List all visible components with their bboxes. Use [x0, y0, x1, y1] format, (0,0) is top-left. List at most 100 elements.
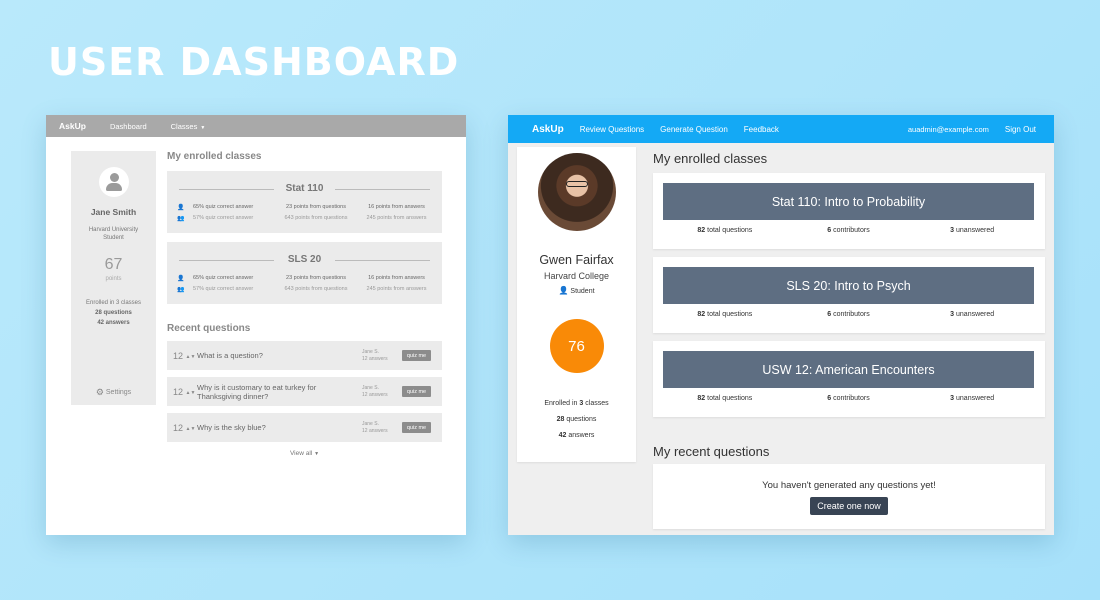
- quiz-me-button[interactable]: quiz me: [402, 386, 431, 397]
- stat-points-answers: 16 points from answers: [368, 275, 425, 281]
- answers-count: 42 answers: [558, 432, 595, 439]
- profile-photo: [537, 153, 616, 231]
- stat-points-answers: 16 points from answers: [368, 204, 425, 210]
- stat-points-answers: 245 points from answers: [366, 215, 427, 221]
- questions-count: 28 questions: [556, 416, 597, 423]
- vote-arrows-icon[interactable]: ▲▼: [186, 354, 196, 360]
- unanswered: 3 unanswered: [950, 311, 995, 318]
- stat-quiz-correct: 65% quiz correct answer: [193, 275, 254, 281]
- class-card: USW 12: American Encounters 82 total que…: [653, 341, 1045, 417]
- profile-school-role: Harvard University Student: [71, 226, 156, 242]
- sign-out-link[interactable]: Sign Out: [1005, 125, 1036, 134]
- profile-school: Harvard College: [543, 271, 610, 281]
- question-row[interactable]: 12 ▲▼ Why is the sky blue? Jane S. 12 ans…: [167, 413, 442, 442]
- class-stats-group: 👥 57% quiz correct answer 643 points fro…: [177, 286, 434, 293]
- stat-points-questions: 23 points from questions: [286, 275, 346, 281]
- class-stats-personal: 👤 65% quiz correct answer 23 points from…: [177, 275, 434, 282]
- unanswered: 3 unanswered: [950, 395, 995, 402]
- main-content: My enrolled classes Stat 110: Intro to P…: [653, 151, 1045, 529]
- vote-count: 12: [173, 386, 184, 397]
- question-row[interactable]: 12 ▲▼ Why is it customary to eat turkey …: [167, 377, 442, 406]
- author-name: Jane S.: [362, 384, 379, 391]
- author-name: Jane S.: [362, 348, 379, 355]
- class-button[interactable]: SLS 20: Intro to Psych: [663, 267, 1034, 304]
- nav-classes-label: Classes: [170, 121, 198, 131]
- user-icon: 👤: [558, 286, 569, 295]
- nav-review-questions[interactable]: Review Questions: [580, 125, 644, 134]
- contributors: 6 contributors: [827, 395, 870, 402]
- total-questions: 82 total questions: [697, 395, 753, 402]
- quiz-me-button[interactable]: quiz me: [402, 422, 431, 433]
- profile-stats: Enrolled in 3 classes 28 questions 42 an…: [517, 396, 636, 444]
- class-card[interactable]: Stat 110 👤 65% quiz correct answer 23 po…: [167, 171, 442, 233]
- class-button[interactable]: Stat 110: Intro to Probability: [663, 183, 1034, 220]
- class-stats: 82 total questions 6 contributors 3 unan…: [663, 395, 1034, 402]
- create-question-button[interactable]: Create one now: [810, 497, 888, 515]
- total-questions: 82 total questions: [697, 227, 753, 234]
- nav-dashboard[interactable]: Dashboard: [110, 122, 147, 131]
- gear-icon: ⚙: [95, 387, 104, 397]
- answers-count: 42 answers: [97, 320, 130, 326]
- user-email[interactable]: auadmin@example.com: [908, 125, 989, 134]
- recent-questions-heading: Recent questions: [167, 323, 251, 334]
- avatar-placeholder-icon: [98, 167, 129, 197]
- quiz-me-button[interactable]: quiz me: [402, 350, 431, 361]
- caret-down-icon: ▼: [314, 451, 320, 457]
- question-text[interactable]: Why is it customary to eat turkey for Th…: [197, 383, 362, 401]
- question-author: Jane S. 12 answers: [362, 349, 402, 363]
- enrolled-count: Enrolled in 3 classes: [85, 300, 142, 306]
- question-row[interactable]: 12 ▲▼ What is a question? Jane S. 12 answ…: [167, 341, 442, 370]
- stat-points-questions: 643 points from questions: [284, 215, 348, 221]
- enrolled-classes-heading: My enrolled classes: [653, 151, 768, 166]
- recent-questions-heading: My recent questions: [653, 444, 770, 459]
- author-name: Jane S.: [362, 420, 379, 427]
- class-title: Stat 110: [179, 183, 430, 194]
- stat-quiz-correct: 57% quiz correct answer: [193, 286, 254, 292]
- total-questions: 82 total questions: [697, 311, 753, 318]
- profile-name: Gwen Fairfax: [539, 253, 614, 267]
- class-stats: 82 total questions 6 contributors 3 unan…: [663, 227, 1034, 234]
- vote-count: 12: [173, 422, 184, 433]
- class-title: SLS 20: [179, 254, 430, 265]
- questions-count: 28 questions: [95, 310, 132, 316]
- enrolled-classes-heading: My enrolled classes: [167, 151, 262, 162]
- unanswered: 3 unanswered: [950, 227, 995, 234]
- view-all-link[interactable]: View all ▼: [167, 450, 442, 457]
- profile-role-label: Student: [570, 288, 595, 295]
- question-text[interactable]: What is a question?: [197, 351, 362, 360]
- stat-quiz-correct: 57% quiz correct answer: [193, 215, 254, 221]
- nav-generate-question[interactable]: Generate Question: [660, 125, 728, 134]
- class-card[interactable]: SLS 20 👤 65% quiz correct answer 23 poin…: [167, 242, 442, 304]
- brand-logo[interactable]: AskUp: [532, 124, 564, 135]
- class-button[interactable]: USW 12: American Encounters: [663, 351, 1034, 388]
- final-design-panel: AskUp Review Questions Generate Question…: [508, 115, 1054, 535]
- wireframe-navbar: AskUp Dashboard Classes ▼: [46, 115, 466, 137]
- vote-control[interactable]: 12 ▲▼: [167, 387, 197, 397]
- navbar: AskUp Review Questions Generate Question…: [508, 115, 1054, 143]
- settings-link[interactable]: ⚙ Settings: [71, 387, 156, 398]
- page-heading: USER DASHBOARD: [48, 40, 460, 84]
- question-text[interactable]: Why is the sky blue?: [197, 423, 362, 432]
- stat-points-questions: 643 points from questions: [284, 286, 348, 292]
- stat-quiz-correct: 65% quiz correct answer: [193, 204, 254, 210]
- answer-count: 12 answers: [362, 355, 388, 362]
- profile-points: 67: [104, 256, 123, 273]
- person-icon: 👤: [177, 276, 185, 282]
- stat-points-answers: 245 points from answers: [366, 286, 427, 292]
- class-card: Stat 110: Intro to Probability 82 total …: [653, 173, 1045, 249]
- group-icon: 👥: [177, 216, 185, 222]
- profile-role: Student: [103, 235, 124, 241]
- nav-feedback[interactable]: Feedback: [744, 125, 779, 134]
- vote-control[interactable]: 12 ▲▼: [167, 423, 197, 433]
- vote-arrows-icon[interactable]: ▲▼: [186, 390, 196, 396]
- wireframe-panel: AskUp Dashboard Classes ▼ Jane Smith Harv…: [46, 115, 466, 535]
- profile-points-label: points: [105, 276, 122, 282]
- profile-school: Harvard University: [88, 227, 139, 233]
- vote-arrows-icon[interactable]: ▲▼: [186, 426, 196, 432]
- vote-control[interactable]: 12 ▲▼: [167, 351, 197, 361]
- enrolled-count: Enrolled in 3 classes: [544, 400, 609, 407]
- nav-classes-dropdown[interactable]: Classes ▼: [171, 122, 206, 131]
- profile-stats: Enrolled in 3 classes 28 questions 42 an…: [71, 298, 156, 328]
- brand-logo[interactable]: AskUp: [59, 121, 86, 131]
- settings-label: Settings: [105, 389, 132, 396]
